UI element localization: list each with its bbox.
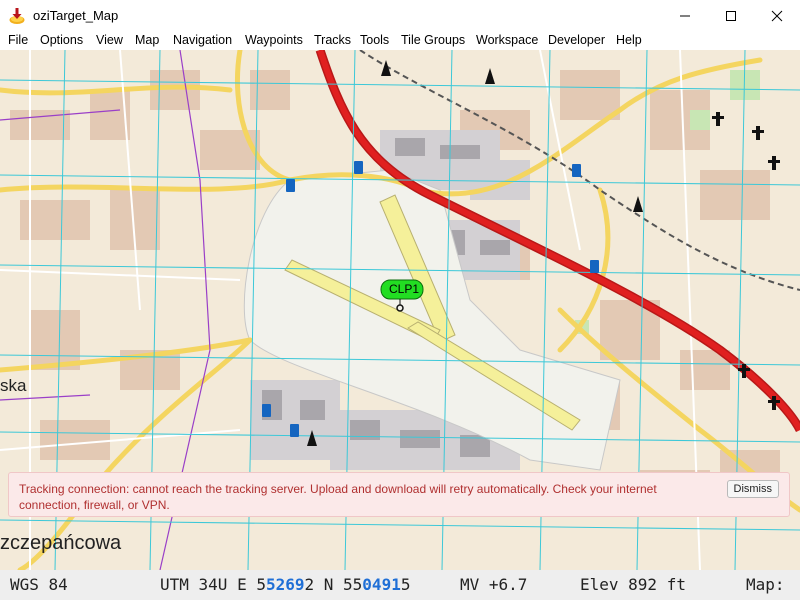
connection-error-banner: Tracking connection: cannot reach the tr…	[8, 472, 790, 517]
utm-readout: UTM 34U E 552692 N 5504915	[160, 575, 411, 594]
status-bar: WGS 84 UTM 34U E 552692 N 5504915 MV +6.…	[0, 570, 800, 600]
app-icon	[8, 7, 26, 25]
menu-developer[interactable]: Developer	[548, 33, 605, 47]
map-readout-label: Map:	[746, 575, 785, 594]
menu-view[interactable]: View	[96, 33, 123, 47]
menu-tracks[interactable]: Tracks	[314, 33, 351, 47]
waypoint-label[interactable]: CLP1	[389, 282, 419, 296]
magnetic-variation-readout: MV +6.7	[460, 575, 528, 594]
menu-file[interactable]: File	[8, 33, 28, 47]
close-icon	[771, 10, 783, 22]
minimize-icon	[680, 15, 690, 17]
banner-message: Tracking connection: cannot reach the tr…	[19, 482, 657, 512]
place-label: ska	[0, 376, 27, 395]
menu-bar: File Options View Map Navigation Waypoin…	[0, 32, 800, 50]
menu-options[interactable]: Options	[40, 33, 83, 47]
datum-readout: WGS 84	[10, 575, 68, 594]
title-bar: oziTarget_Map	[0, 0, 800, 32]
menu-navigation[interactable]: Navigation	[173, 33, 232, 47]
maximize-button[interactable]	[708, 0, 754, 32]
menu-workspace[interactable]: Workspace	[476, 33, 538, 47]
menu-tools[interactable]: Tools	[360, 33, 389, 47]
menu-map[interactable]: Map	[135, 33, 159, 47]
elevation-readout: Elev 892 ft	[580, 575, 686, 594]
maximize-icon	[726, 11, 736, 21]
window-title: oziTarget_Map	[33, 8, 119, 23]
place-label: zczepańcowa	[0, 532, 122, 554]
menu-waypoints[interactable]: Waypoints	[245, 33, 303, 47]
menu-help[interactable]: Help	[616, 33, 642, 47]
dismiss-button[interactable]: Dismiss	[726, 480, 779, 498]
close-button[interactable]	[754, 0, 800, 32]
menu-tile-groups[interactable]: Tile Groups	[401, 33, 465, 47]
minimize-button[interactable]	[662, 0, 708, 32]
